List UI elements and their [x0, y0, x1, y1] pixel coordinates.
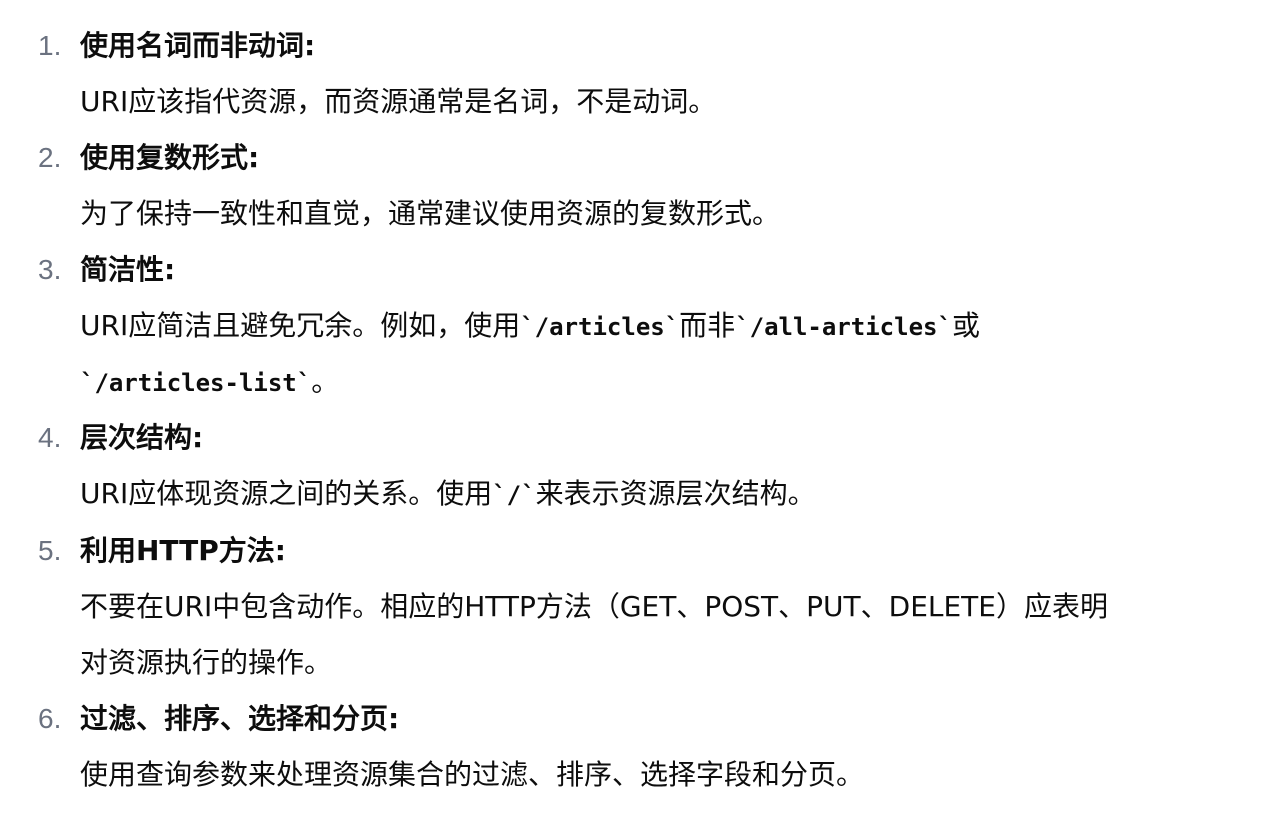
list-item: 5. 利用HTTP方法: 不要在URI中包含动作。相应的HTTP方法（GET、P…	[0, 523, 1262, 691]
description-line: URI应简洁且避免冗余。例如，使用`/articles`而非`/all-arti…	[80, 298, 1244, 354]
list-item: 6. 过滤、排序、选择和分页: 使用查询参数来处理资源集合的过滤、排序、选择字段…	[0, 691, 1262, 803]
item-description: 使用查询参数来处理资源集合的过滤、排序、选择字段和分页。	[80, 758, 865, 791]
item-title: 过滤、排序、选择和分页:	[80, 702, 400, 735]
item-description: URI应体现资源之间的关系。使用`/`来表示资源层次结构。	[80, 466, 1244, 523]
item-description: 为了保持一致性和直觉，通常建议使用资源的复数形式。	[80, 197, 781, 230]
item-title: 使用复数形式:	[80, 141, 260, 174]
item-title: 利用HTTP方法:	[80, 534, 286, 567]
inline-code: `/articles`	[520, 313, 680, 341]
description-text: 或	[951, 309, 980, 342]
inline-code: `/articles-list`	[80, 369, 312, 397]
guideline-list: 1. 使用名词而非动词: URI应该指代资源，而资源通常是名词，不是动词。 2.…	[0, 0, 1262, 824]
list-number: 5.	[38, 535, 62, 566]
list-number: 4.	[38, 422, 62, 453]
description-text: 而非	[679, 309, 736, 342]
description-text: URI应体现资源之间的关系。使用	[80, 477, 493, 510]
item-description: 不要在URI中包含动作。相应的HTTP方法（GET、POST、PUT、DELET…	[80, 579, 1244, 691]
list-number: 6.	[38, 703, 62, 734]
inline-code: `/`	[492, 481, 536, 509]
list-item: 4. 层次结构: URI应体现资源之间的关系。使用`/`来表示资源层次结构。	[0, 410, 1262, 523]
inline-code: `/all-articles`	[735, 313, 952, 341]
description-text: 。	[311, 365, 340, 398]
list-item: 3. 简洁性: URI应简洁且避免冗余。例如，使用`/articles`而非`/…	[0, 242, 1262, 410]
description-text: URI应简洁且避免冗余。例如，使用	[80, 309, 521, 342]
description-line: 对资源执行的操作。	[80, 646, 333, 679]
item-description: URI应该指代资源，而资源通常是名词，不是动词。	[80, 85, 717, 118]
item-title: 使用名词而非动词:	[80, 29, 316, 62]
description-text: 来表示资源层次结构。	[535, 477, 816, 510]
list-item: 1. 使用名词而非动词: URI应该指代资源，而资源通常是名词，不是动词。	[0, 18, 1262, 130]
list-item: 2. 使用复数形式: 为了保持一致性和直觉，通常建议使用资源的复数形式。	[0, 130, 1262, 242]
item-description: URI应简洁且避免冗余。例如，使用`/articles`而非`/all-arti…	[80, 298, 1244, 410]
item-title: 层次结构:	[80, 421, 204, 454]
list-number: 1.	[38, 30, 62, 61]
description-line: 不要在URI中包含动作。相应的HTTP方法（GET、POST、PUT、DELET…	[80, 590, 1108, 623]
description-line: `/articles-list`。	[80, 354, 1244, 410]
list-number: 2.	[38, 142, 62, 173]
item-title: 简洁性:	[80, 253, 176, 286]
list-number: 3.	[38, 254, 62, 285]
